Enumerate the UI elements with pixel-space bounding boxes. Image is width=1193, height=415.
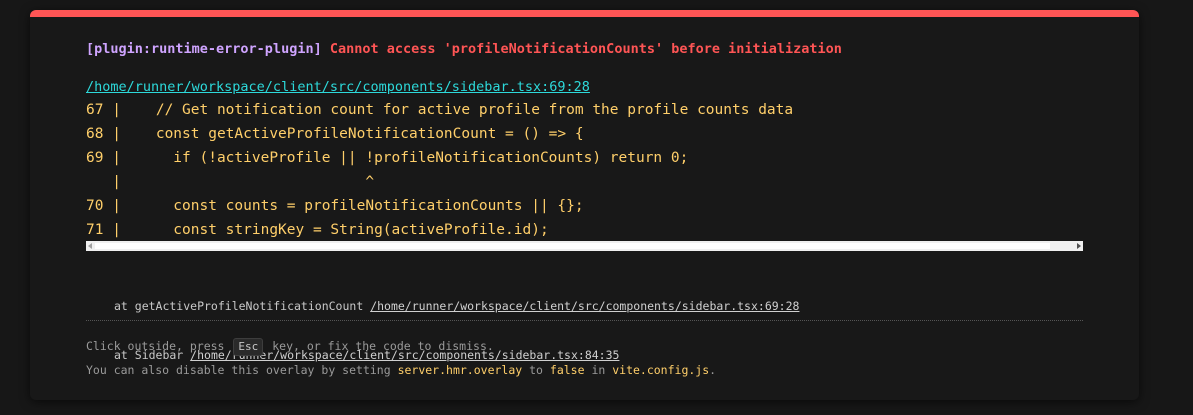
code-line: 69 | if (!activeProfile || !profileNotif… bbox=[86, 150, 689, 166]
esc-key: Esc bbox=[233, 338, 264, 356]
config-file-name: vite.config.js bbox=[612, 363, 710, 377]
error-text: Cannot access 'profileNotificationCounts… bbox=[329, 41, 842, 57]
code-line: 70 | const counts = profileNotificationC… bbox=[86, 198, 584, 214]
disable-tip: You can also disable this overlay by set… bbox=[86, 361, 716, 379]
code-line: 71 | const stringKey = String(activeProf… bbox=[86, 222, 549, 238]
tip-text: Click outside, press bbox=[86, 339, 225, 353]
setting-name: server.hmr.overlay bbox=[397, 363, 523, 377]
tip-text: key, or fix the code to dismiss. bbox=[272, 339, 494, 353]
error-overlay: [plugin:runtime-error-plugin] Cannot acc… bbox=[30, 10, 1139, 400]
tip-text: You can also disable this overlay by set… bbox=[86, 363, 398, 377]
tip-text: . bbox=[709, 363, 717, 377]
error-message: [plugin:runtime-error-plugin] Cannot acc… bbox=[86, 40, 842, 58]
code-frame: 67 | // Get notification count for activ… bbox=[86, 98, 1083, 239]
error-accent-bar bbox=[30, 10, 1139, 17]
dismiss-tip: Click outside, press Esc key, or fix the… bbox=[86, 337, 494, 356]
stack-frame-function: at getActiveProfileNotificationCount bbox=[114, 299, 371, 313]
tip-text: in bbox=[584, 363, 613, 377]
scroll-right-arrow-icon[interactable] bbox=[1077, 243, 1081, 249]
plugin-name: [plugin:runtime-error-plugin] bbox=[86, 41, 322, 57]
scroll-left-arrow-icon[interactable] bbox=[88, 243, 92, 249]
tip-text: to bbox=[522, 363, 550, 377]
stack-frame-link[interactable]: /home/runner/workspace/client/src/compon… bbox=[370, 299, 799, 313]
error-file-link[interactable]: /home/runner/workspace/client/src/compon… bbox=[86, 78, 590, 96]
code-line: 67 | // Get notification count for activ… bbox=[86, 102, 794, 118]
scrollbar-thumb[interactable] bbox=[95, 243, 1050, 249]
code-line: 68 | const getActiveProfileNotificationC… bbox=[86, 126, 584, 142]
setting-value: false bbox=[549, 363, 585, 377]
code-frame-scrollbar[interactable] bbox=[86, 241, 1083, 251]
divider bbox=[86, 320, 1083, 321]
code-line-caret: | ^ bbox=[86, 174, 375, 190]
stack-frame: at getActiveProfileNotificationCount /ho… bbox=[114, 296, 799, 317]
